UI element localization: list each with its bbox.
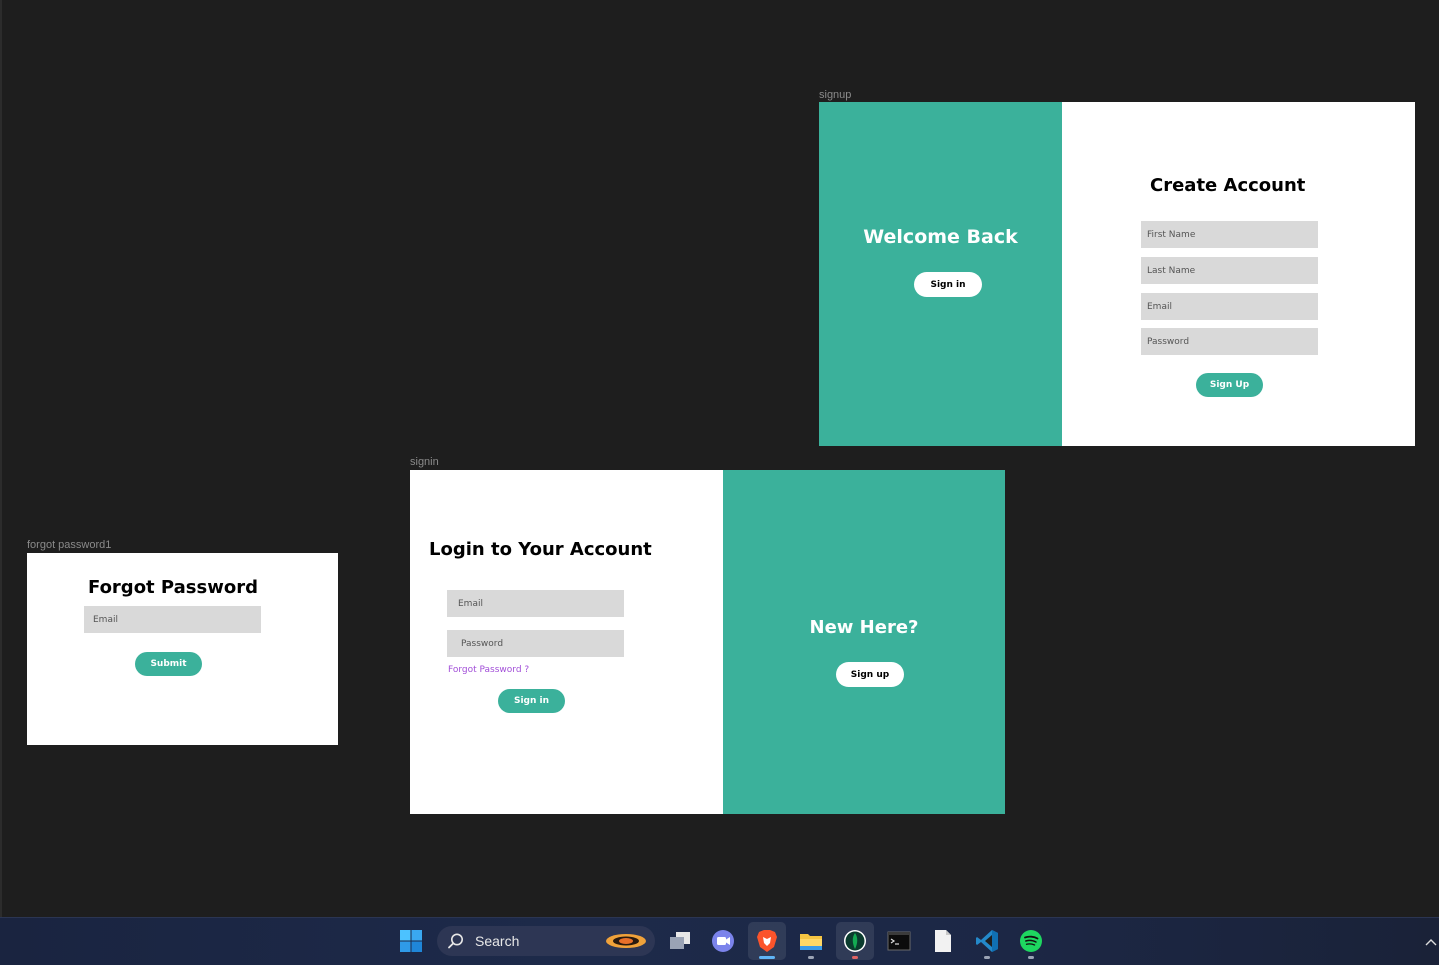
new-here-heading: New Here? — [809, 617, 919, 638]
forgot-password-link[interactable]: Forgot Password ? — [448, 665, 529, 675]
signup-frame[interactable]: Welcome Back Sign in Create Account Firs… — [819, 102, 1415, 446]
vscode-icon[interactable] — [968, 922, 1006, 960]
frame-label-signup[interactable]: signup — [819, 89, 851, 101]
submit-button[interactable]: Submit — [135, 652, 202, 676]
search-label: Search — [475, 933, 520, 949]
forgot-password-frame[interactable]: Forgot Password Email Submit — [27, 553, 338, 745]
frame-label-signin[interactable]: signin — [410, 456, 439, 468]
signin-frame[interactable]: Login to Your Account Email Password For… — [410, 470, 1005, 814]
explorer-open-indicator — [808, 956, 814, 959]
sign-up-button[interactable]: Sign Up — [1196, 373, 1263, 397]
chevron-up-icon[interactable] — [1425, 934, 1437, 950]
task-view-icon[interactable] — [661, 922, 699, 960]
search-icon — [448, 933, 463, 949]
windows-start-icon[interactable] — [392, 922, 430, 960]
create-account-heading: Create Account — [1150, 175, 1306, 196]
notepad-icon[interactable] — [924, 922, 962, 960]
signup-email-field[interactable]: Email — [1141, 293, 1318, 320]
terminal-icon[interactable] — [880, 922, 918, 960]
welcome-back-heading: Welcome Back — [863, 226, 1018, 248]
brave-active-indicator — [759, 956, 775, 959]
last-name-field[interactable]: Last Name — [1141, 257, 1318, 284]
signin-email-field[interactable]: Email — [447, 590, 624, 617]
vscode-open-indicator — [984, 956, 990, 959]
search-highlight-icon — [606, 934, 646, 948]
mongodb-compass-icon[interactable] — [836, 922, 874, 960]
spotify-icon[interactable] — [1012, 922, 1050, 960]
taskbar-search-box[interactable]: Search — [437, 926, 655, 956]
signin-password-field[interactable]: Password — [447, 630, 624, 657]
spotify-open-indicator — [1028, 956, 1034, 959]
forgot-password-heading: Forgot Password — [88, 577, 258, 598]
frame-label-forgot[interactable]: forgot password1 — [27, 539, 111, 551]
signin-new-here-panel: New Here? Sign up — [723, 470, 1005, 814]
brave-browser-icon[interactable] — [748, 922, 786, 960]
forgot-email-field[interactable]: Email — [84, 606, 261, 633]
side-sign-up-button[interactable]: Sign up — [836, 662, 904, 687]
compass-open-indicator — [852, 956, 858, 959]
signup-welcome-panel: Welcome Back Sign in — [819, 102, 1062, 446]
welcome-sign-in-button[interactable]: Sign in — [914, 272, 982, 297]
file-explorer-icon[interactable] — [792, 922, 830, 960]
first-name-field[interactable]: First Name — [1141, 221, 1318, 248]
signup-password-field[interactable]: Password — [1141, 328, 1318, 355]
login-heading: Login to Your Account — [429, 539, 652, 560]
teams-chat-icon[interactable] — [704, 922, 742, 960]
sign-in-button[interactable]: Sign in — [498, 689, 565, 713]
